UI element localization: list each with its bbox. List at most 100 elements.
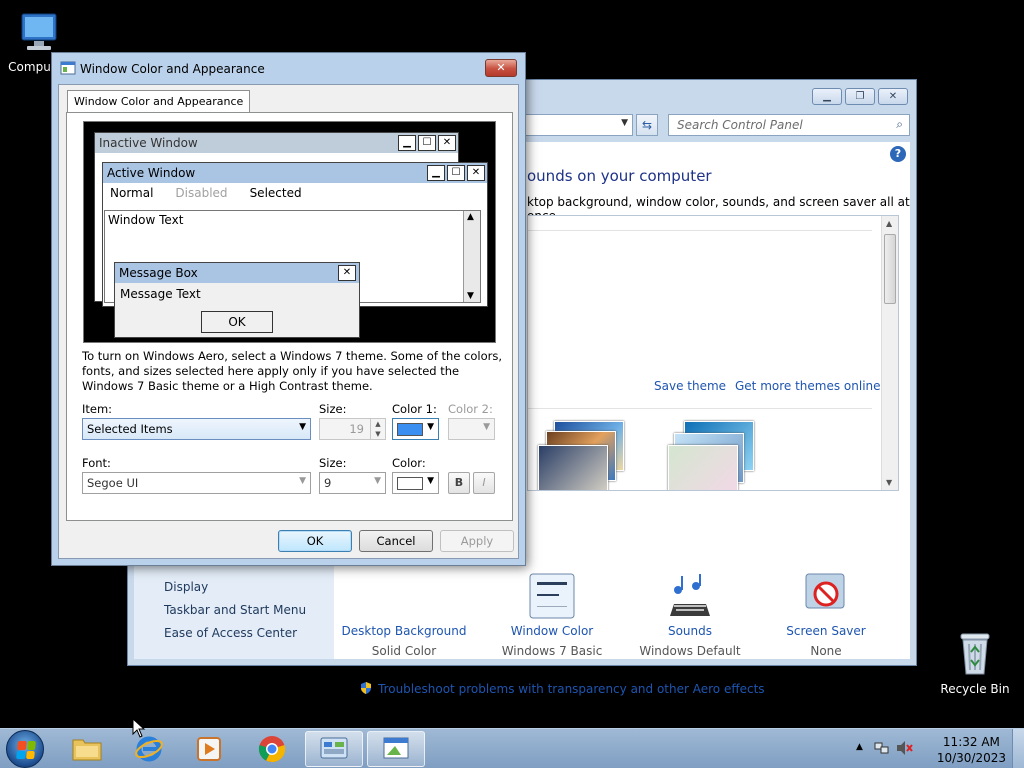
aero-note: To turn on Windows Aero, select a Window… — [82, 349, 503, 393]
screen-saver-item[interactable]: Screen Saver None — [756, 572, 896, 658]
recycle-bin-icon — [960, 633, 990, 675]
close-button[interactable]: ✕ — [878, 88, 908, 105]
link-display[interactable]: Display — [164, 580, 208, 594]
link-ease-of-access[interactable]: Ease of Access Center — [164, 626, 297, 640]
color1-picker[interactable]: ▼ — [392, 418, 439, 440]
theme-list[interactable]: Save theme Get more themes online ▲ ▼ — [527, 215, 899, 491]
troubleshoot-label: Troubleshoot problems with transparency … — [378, 682, 765, 696]
page-heading: ounds on your computer — [527, 167, 712, 185]
search-placeholder: Search Control Panel — [677, 118, 803, 132]
help-icon[interactable]: ? — [890, 146, 906, 162]
address-bar[interactable]: ▼ — [523, 114, 633, 136]
desktop-background-item[interactable]: Desktop Background Solid Color — [334, 572, 474, 658]
font-select[interactable]: Segoe UI ▼ — [82, 472, 311, 494]
size-spin-buttons[interactable]: ▲ ▼ — [370, 419, 385, 439]
window-color-item[interactable]: Window Color Windows 7 Basic — [482, 572, 622, 658]
font-size-select[interactable]: 9 ▼ — [319, 472, 386, 494]
mouse-cursor-icon — [132, 718, 146, 738]
preview-menu-selected: Selected — [249, 186, 302, 200]
start-button[interactable] — [6, 730, 44, 768]
taskbar-internet-explorer[interactable] — [120, 731, 178, 767]
show-hidden-icons-icon[interactable]: ▲ — [856, 742, 863, 752]
screen-saver-label: Screen Saver — [786, 624, 866, 638]
dialog-close-button[interactable]: ✕ — [485, 59, 517, 77]
color1-label: Color 1: — [392, 402, 437, 416]
color1-swatch — [397, 423, 423, 436]
internet-explorer-icon — [135, 736, 163, 762]
chrome-icon — [258, 736, 286, 763]
desktop-recycle-bin[interactable]: Recycle Bin — [940, 630, 1010, 696]
show-desktop-button[interactable] — [1012, 729, 1024, 768]
preview-window-text: Window Text — [108, 213, 184, 227]
close-icon: ✕ — [496, 61, 506, 74]
preview-close-icon: ✕ — [438, 135, 456, 151]
font-label: Font: — [82, 456, 111, 470]
dialog-title: Window Color and Appearance — [80, 62, 265, 76]
network-icon[interactable] — [874, 740, 890, 756]
taskbar-chrome[interactable] — [243, 731, 301, 767]
recycle-bin-label: Recycle Bin — [940, 682, 1010, 696]
taskbar-control-panel[interactable] — [305, 731, 363, 767]
font-color-swatch — [397, 477, 423, 490]
cancel-button[interactable]: Cancel — [359, 530, 433, 552]
theme-list-scrollbar[interactable]: ▲ ▼ — [881, 216, 898, 490]
windows-logo-icon — [16, 741, 36, 759]
window-color-label: Window Color — [510, 624, 594, 638]
minimize-button[interactable]: ▁ — [812, 88, 842, 105]
troubleshoot-link[interactable]: Troubleshoot problems with transparency … — [359, 681, 765, 696]
ok-button[interactable]: OK — [278, 530, 352, 552]
desktop-background-value: Solid Color — [371, 644, 437, 658]
clock[interactable]: 11:32 AM 10/30/2023 — [937, 734, 1006, 766]
preview-menu-disabled: Disabled — [175, 186, 228, 200]
window-color-icon — [529, 573, 575, 619]
taskbar-explorer[interactable] — [58, 731, 116, 767]
control-panel-icon — [320, 737, 348, 759]
taskbar-media-player[interactable] — [180, 731, 238, 767]
folder-icon — [72, 739, 102, 761]
dialog-titlebar[interactable]: Window Color and Appearance ✕ — [52, 53, 525, 84]
taskbar: ▲ 11:32 AM 10/30/2023 — [0, 728, 1024, 768]
theme-thumbnail-2[interactable] — [648, 421, 754, 490]
computer-icon — [21, 13, 57, 50]
item-size-spinner[interactable]: 19 ▲ ▼ — [319, 418, 386, 440]
preview-minimize-icon: ▁ — [398, 135, 416, 151]
scrollbar-thumb[interactable] — [884, 234, 896, 304]
taskbar-window-color[interactable] — [367, 731, 425, 767]
font-size-value: 9 — [324, 476, 332, 490]
link-taskbar-start-menu[interactable]: Taskbar and Start Menu — [164, 603, 306, 617]
item-label: Item: — [82, 402, 113, 416]
font-color-label: Color: — [392, 456, 426, 470]
window-color-value: Windows 7 Basic — [501, 644, 603, 658]
screen-saver-icon — [805, 573, 845, 609]
italic-button[interactable]: I — [473, 472, 495, 494]
theme-thumbnail-1[interactable] — [534, 421, 634, 490]
message-box-ok-button: OK — [201, 311, 273, 333]
refresh-button[interactable]: ⇆ — [636, 114, 658, 136]
preview-menu-bar: Normal Disabled Selected — [103, 183, 487, 203]
maximize-button[interactable]: ❐ — [845, 88, 875, 105]
color2-picker[interactable]: ▼ — [448, 418, 495, 440]
chevron-down-icon: ▼ — [374, 476, 381, 486]
get-more-themes-link[interactable]: Get more themes online — [735, 379, 881, 393]
apply-button[interactable]: Apply — [440, 530, 514, 552]
item-select[interactable]: Selected Items ▼ — [82, 418, 311, 440]
sounds-item[interactable]: Sounds Windows Default — [620, 572, 760, 658]
bold-button[interactable]: B — [448, 472, 470, 494]
item-select-value: Selected Items — [87, 422, 173, 436]
color2-label: Color 2: — [448, 402, 493, 416]
tab-window-color-appearance[interactable]: Window Color and Appearance — [67, 90, 251, 113]
message-box-close-icon: ✕ — [338, 265, 356, 281]
address-dropdown-icon[interactable]: ▼ — [621, 118, 628, 128]
tab-panel: Inactive Window ▁ ☐ ✕ Active Window ▁ ☐ … — [66, 112, 513, 521]
search-icon[interactable]: ⌕ — [896, 117, 903, 132]
restore-icon: ❐ — [855, 91, 865, 102]
save-theme-link[interactable]: Save theme — [654, 379, 726, 393]
appearance-preview[interactable]: Inactive Window ▁ ☐ ✕ Active Window ▁ ☐ … — [83, 121, 496, 343]
volume-muted-icon[interactable] — [896, 740, 914, 756]
font-select-value: Segoe UI — [87, 476, 139, 490]
clock-date: 10/30/2023 — [936, 751, 1006, 765]
preview-message-box[interactable]: Message Box ✕ Message Text OK — [114, 262, 360, 338]
refresh-icon: ⇆ — [641, 118, 653, 132]
font-color-picker[interactable]: ▼ — [392, 472, 439, 494]
search-input[interactable]: Search Control Panel ⌕ — [668, 114, 910, 136]
